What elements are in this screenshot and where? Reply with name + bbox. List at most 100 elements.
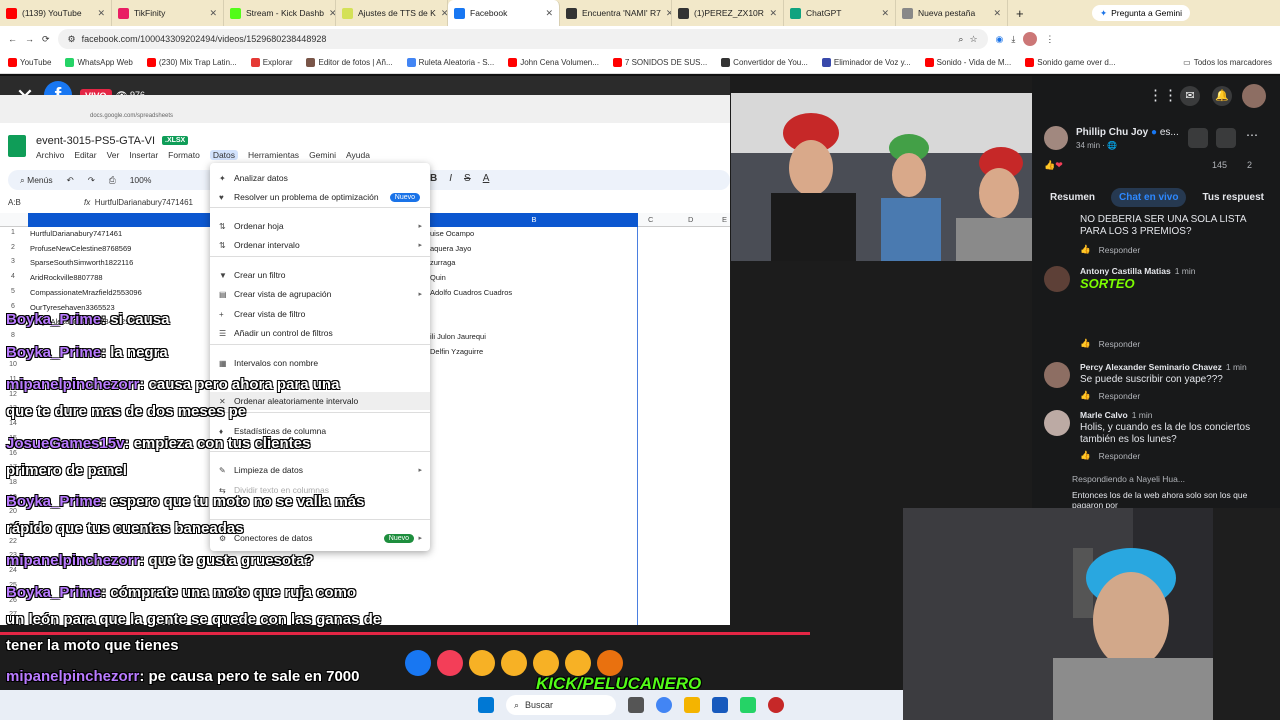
cell-b[interactable]: Quin bbox=[430, 273, 446, 282]
notifications-icon[interactable]: 🔔 bbox=[1212, 86, 1232, 106]
care-reaction-icon[interactable] bbox=[469, 650, 495, 676]
menu-item[interactable]: ♥ Resolver un problema de optimización Nue… bbox=[210, 188, 430, 206]
commenter-name[interactable]: Antony Castilla Matias 1 min bbox=[1080, 266, 1195, 276]
reload-icon[interactable]: ⟳ bbox=[42, 34, 50, 45]
menu-item[interactable]: ✎ Limpieza de datos ▸ bbox=[210, 461, 430, 479]
bookmark-item[interactable]: Eliminador de Voz y... bbox=[821, 58, 911, 67]
word-icon[interactable] bbox=[712, 697, 728, 713]
tab-close-icon[interactable]: ✕ bbox=[769, 8, 777, 19]
wow-reaction-icon[interactable] bbox=[533, 650, 559, 676]
bookmark-item[interactable]: (230) Mix Trap Latin... bbox=[146, 58, 237, 67]
commenter-avatar[interactable] bbox=[1044, 362, 1070, 388]
zoom-icon[interactable]: ⌕ bbox=[958, 34, 963, 45]
sheet-menu-item[interactable]: Formato bbox=[168, 150, 200, 160]
browser-tab[interactable]: (1)PEREZ_ZX10R ✕ bbox=[672, 0, 784, 26]
bookmark-star-icon[interactable]: ☆ bbox=[969, 34, 977, 45]
menu-item[interactable]: ▦ Intervalos con nombre bbox=[210, 354, 430, 372]
bookmark-item[interactable]: Ruleta Aleatoria - S... bbox=[406, 58, 494, 67]
menu-kebab-icon[interactable]: ⋮ bbox=[1045, 34, 1054, 45]
profile-avatar[interactable] bbox=[1023, 32, 1038, 46]
browser-tab[interactable]: (1139) YouTube ✕ bbox=[0, 0, 112, 26]
bookmark-icon[interactable] bbox=[1216, 128, 1236, 148]
sheet-menu-item[interactable]: Datos bbox=[209, 150, 239, 160]
sheet-menu-item[interactable]: Archivo bbox=[36, 150, 64, 160]
menu-item[interactable]: ✕ Ordenar aleatoriamente intervalo bbox=[210, 392, 430, 410]
browser-tab[interactable]: ChatGPT ✕ bbox=[784, 0, 896, 26]
menu-item[interactable]: ⇅ Ordenar hoja ▸ bbox=[210, 217, 430, 235]
menu-item[interactable]: ⇅ Ordenar intervalo ▸ bbox=[210, 236, 430, 254]
fb-tab[interactable]: Tus respuest bbox=[1194, 188, 1272, 207]
address-bar[interactable]: ⚙ facebook.com/100043309202494/videos/15… bbox=[57, 29, 988, 49]
comment-draft-input[interactable]: Entonces los de la web ahora solo son lo… bbox=[1072, 490, 1272, 510]
menu-grid-icon[interactable]: ⋮⋮ bbox=[1148, 86, 1178, 106]
whatsapp-icon[interactable] bbox=[740, 697, 756, 713]
site-info-icon[interactable]: ⚙ bbox=[68, 34, 76, 45]
reply-link[interactable]: Responder bbox=[1099, 451, 1141, 461]
bookmark-item[interactable]: John Cena Volumen... bbox=[508, 58, 599, 67]
fb-tab[interactable]: Resumen bbox=[1042, 188, 1103, 207]
url-text[interactable]: facebook.com/100043309202494/videos/1529… bbox=[82, 34, 327, 44]
taskbar-search[interactable]: ⌕ Buscar bbox=[506, 695, 616, 715]
fb-tab[interactable]: Chat en vivo bbox=[1111, 188, 1187, 207]
back-icon[interactable]: ← bbox=[8, 34, 17, 44]
haha-reaction-icon[interactable] bbox=[501, 650, 527, 676]
tab-close-icon[interactable]: ✕ bbox=[545, 8, 553, 19]
tab-close-icon[interactable]: ✕ bbox=[97, 8, 105, 19]
share-count[interactable]: 2 bbox=[1247, 160, 1252, 170]
column-b-header[interactable]: B bbox=[430, 213, 638, 227]
commenter-avatar[interactable] bbox=[1044, 410, 1070, 436]
file-explorer-icon[interactable] bbox=[684, 697, 700, 713]
all-bookmarks-folder[interactable]: ▭ Todos los marcadores bbox=[1183, 58, 1272, 67]
reaction-icons[interactable]: 👍❤ bbox=[1044, 160, 1063, 171]
print-icon[interactable]: ⎙ bbox=[109, 175, 116, 186]
browser-tab[interactable]: Stream - Kick Dashb ✕ bbox=[224, 0, 336, 26]
forward-icon[interactable]: → bbox=[25, 34, 34, 44]
sheet-title[interactable]: event-3015-PS5-GTA-VI bbox=[36, 135, 155, 147]
streamer-name[interactable]: Phillip Chu Joy ● es... bbox=[1076, 127, 1179, 138]
browser-tab[interactable]: Nueva pestaña ✕ bbox=[896, 0, 1008, 26]
love-reaction-icon[interactable] bbox=[437, 650, 463, 676]
text-color-icon[interactable]: A bbox=[483, 173, 490, 184]
task-view-icon[interactable] bbox=[628, 697, 644, 713]
bookmark-item[interactable]: Convertidor de You... bbox=[721, 58, 808, 67]
tab-close-icon[interactable]: ✕ bbox=[881, 8, 889, 19]
commenter-name[interactable]: Percy Alexander Seminario Chavez 1 min bbox=[1080, 362, 1247, 372]
cell-b[interactable]: zurraga bbox=[430, 258, 455, 267]
browser-tab[interactable]: TikFinity ✕ bbox=[112, 0, 224, 26]
italic-icon[interactable]: I bbox=[449, 173, 452, 184]
sheet-menu-item[interactable]: Herramientas bbox=[248, 150, 299, 160]
cell-b[interactable]: Delfin Yzaguirre bbox=[430, 347, 483, 356]
tab-close-icon[interactable]: ✕ bbox=[993, 8, 1001, 19]
browser-tab[interactable]: Facebook ✕ bbox=[448, 0, 560, 26]
tab-close-icon[interactable]: ✕ bbox=[329, 8, 335, 19]
like-icon[interactable]: 👍 bbox=[1080, 244, 1091, 255]
search-menus[interactable]: ⌕ Menús bbox=[20, 175, 53, 186]
cell-b[interactable]: Adolfo Cuadros Cuadros bbox=[430, 288, 512, 297]
commenter-avatar[interactable] bbox=[1044, 266, 1070, 292]
angry-reaction-icon[interactable] bbox=[597, 650, 623, 676]
save-icon[interactable] bbox=[1188, 128, 1208, 148]
browser-tab[interactable]: Encuentra 'NAMI' R7✕ bbox=[560, 0, 672, 26]
sad-reaction-icon[interactable] bbox=[565, 650, 591, 676]
messenger-icon[interactable]: ✉ bbox=[1180, 86, 1200, 106]
sheet-menu-item[interactable]: Editar bbox=[74, 150, 96, 160]
menu-item[interactable]: ☰ Añadir un control de filtros bbox=[210, 324, 430, 342]
cell-b[interactable]: uise Ocampo bbox=[430, 229, 474, 238]
sheet-menu-item[interactable]: Ver bbox=[107, 150, 120, 160]
formula-bar[interactable]: fx HurtfulDarianabury7471461 bbox=[84, 198, 193, 207]
app-icon[interactable] bbox=[768, 697, 784, 713]
menu-item[interactable]: ▤ Crear vista de agrupación ▸ bbox=[210, 285, 430, 303]
cell-reference[interactable]: A:B bbox=[8, 198, 21, 207]
menu-item[interactable]: + Crear vista de filtro bbox=[210, 305, 430, 323]
streamer-avatar[interactable] bbox=[1044, 126, 1068, 150]
like-icon[interactable]: 👍 bbox=[1080, 338, 1091, 349]
extensions-icon[interactable]: ◉ bbox=[996, 34, 1004, 45]
reaction-count[interactable]: 145 bbox=[1212, 160, 1227, 170]
bookmark-item[interactable]: Sonido game over d... bbox=[1025, 58, 1116, 67]
sheet-menu-item[interactable]: Gemini bbox=[309, 150, 336, 160]
column-d-header[interactable]: D bbox=[688, 215, 693, 224]
download-icon[interactable]: ⤓ bbox=[1011, 34, 1015, 45]
column-c-header[interactable]: C bbox=[648, 215, 653, 224]
zoom-select[interactable]: 100% bbox=[130, 175, 152, 185]
strike-icon[interactable]: S bbox=[464, 173, 471, 184]
